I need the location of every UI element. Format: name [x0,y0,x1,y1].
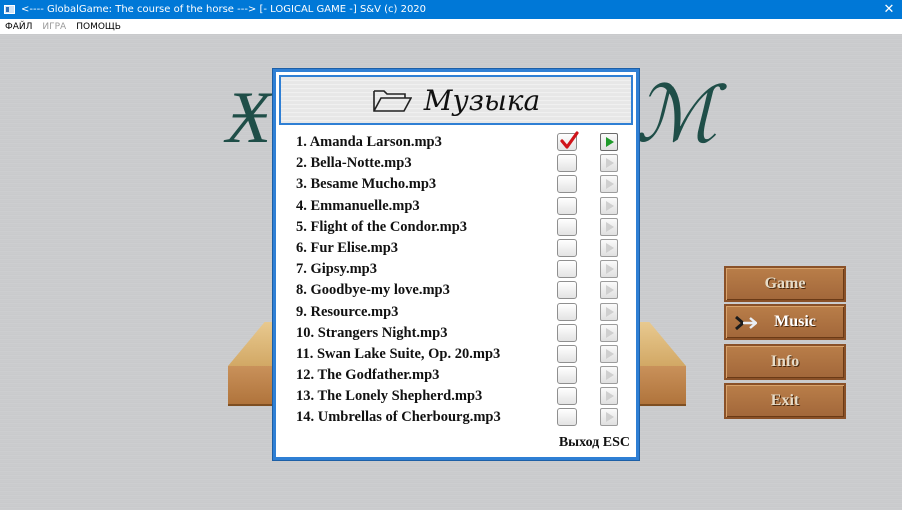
track-row[interactable]: 4. Emmanuelle.mp3 [276,196,636,217]
play-icon[interactable] [600,408,618,427]
track-list: 1. Amanda Larson.mp3 2. Bella-Notte.mp3 3.… [276,131,636,429]
track-name: 6. Fur Elise.mp3 [296,239,399,256]
track-row[interactable]: 8. Goodbye-my love.mp3 [276,280,636,301]
play-icon[interactable] [600,260,618,279]
track-name: 7. Gipsy.mp3 [296,261,377,278]
logo-letter-right-icon: ℳ [634,70,718,160]
play-icon[interactable] [600,302,618,321]
play-icon[interactable] [600,238,618,257]
play-icon[interactable] [600,281,618,300]
music-button[interactable]: Music [724,304,846,340]
track-row[interactable]: 1. Amanda Larson.mp3 [276,131,636,153]
track-checkbox[interactable] [557,217,577,236]
track-name: 4. Emmanuelle.mp3 [296,197,420,214]
track-row[interactable]: 12. The Godfather.mp3 [276,365,636,386]
track-name: 2. Bella-Notte.mp3 [296,155,412,172]
track-name: 8. Goodbye-my love.mp3 [296,282,450,299]
play-icon[interactable] [600,133,618,151]
track-name: 13. The Lonely Shepherd.mp3 [296,388,483,405]
play-icon[interactable] [600,344,618,363]
exit-button[interactable]: Exit [724,383,846,419]
track-name: 10. Strangers Night.mp3 [296,324,448,341]
track-row[interactable]: 3. Besame Mucho.mp3 [276,174,636,195]
track-checkbox[interactable] [557,154,577,173]
track-name: 11. Swan Lake Suite, Op. 20.mp3 [296,345,501,362]
play-icon[interactable] [600,154,618,173]
track-row[interactable]: 10. Strangers Night.mp3 [276,323,636,344]
window-titlebar: <---- GlobalGame: The course of the hors… [0,0,902,19]
track-checkbox[interactable] [557,323,577,342]
menu-help[interactable]: ПОМОЩЬ [71,22,126,32]
exit-hint[interactable]: Выход ESC [559,435,630,451]
play-icon[interactable] [600,366,618,385]
track-checkbox[interactable] [557,366,577,385]
app-icon [4,5,15,14]
close-icon[interactable]: ✕ [876,0,902,19]
track-checkbox[interactable] [557,408,577,427]
game-button[interactable]: Game [724,266,846,302]
menu-bar: ФАЙЛ ИГРА ПОМОЩЬ [0,19,902,34]
track-checkbox[interactable] [557,387,577,406]
track-checkbox[interactable] [557,175,577,194]
exit-button-label: Exit [770,392,800,409]
info-button[interactable]: Info [724,344,846,380]
folder-open-icon [372,90,412,112]
info-button-label: Info [770,353,800,370]
arrow-right-icon [735,315,757,331]
track-name: 12. The Godfather.mp3 [296,367,440,384]
track-checkbox[interactable] [557,196,577,215]
track-checkbox[interactable] [557,131,579,151]
track-row[interactable]: 13. The Lonely Shepherd.mp3 [276,386,636,407]
track-checkbox[interactable] [557,344,577,363]
track-checkbox[interactable] [557,238,577,257]
track-checkbox[interactable] [557,281,577,300]
play-icon[interactable] [600,217,618,236]
play-icon[interactable] [600,387,618,406]
menu-file[interactable]: ФАЙЛ [0,22,37,32]
dialog-header: Музыка [279,75,633,125]
track-row[interactable]: 11. Swan Lake Suite, Op. 20.mp3 [276,344,636,365]
play-icon[interactable] [600,323,618,342]
track-checkbox[interactable] [557,260,577,279]
play-icon[interactable] [600,175,618,194]
track-name: 1. Amanda Larson.mp3 [296,134,442,150]
dialog-title: Музыка [423,83,541,117]
track-row[interactable]: 6. Fur Elise.mp3 [276,238,636,259]
track-row[interactable]: 2. Bella-Notte.mp3 [276,153,636,174]
game-button-label: Game [764,275,806,292]
checkmark-icon [560,131,579,149]
play-icon[interactable] [600,196,618,215]
music-button-label: Music [774,313,816,330]
track-row[interactable]: 5. Flight of the Condor.mp3 [276,217,636,238]
track-name: 14. Umbrellas of Cherbourg.mp3 [296,409,501,426]
track-row[interactable]: 7. Gipsy.mp3 [276,259,636,280]
track-checkbox[interactable] [557,302,577,321]
track-name: 3. Besame Mucho.mp3 [296,176,437,193]
logo-letter-left-icon: Ӿ [226,74,272,160]
menu-game[interactable]: ИГРА [37,22,71,32]
window-title: <---- GlobalGame: The course of the hors… [21,4,427,15]
track-row[interactable]: 14. Umbrellas of Cherbourg.mp3 [276,407,636,428]
track-row[interactable]: 9. Resource.mp3 [276,302,636,323]
track-name: 9. Resource.mp3 [296,303,399,320]
music-dialog: Музыка 1. Amanda Larson.mp3 2. Bella-Nott… [273,69,639,460]
track-name: 5. Flight of the Condor.mp3 [296,218,468,235]
